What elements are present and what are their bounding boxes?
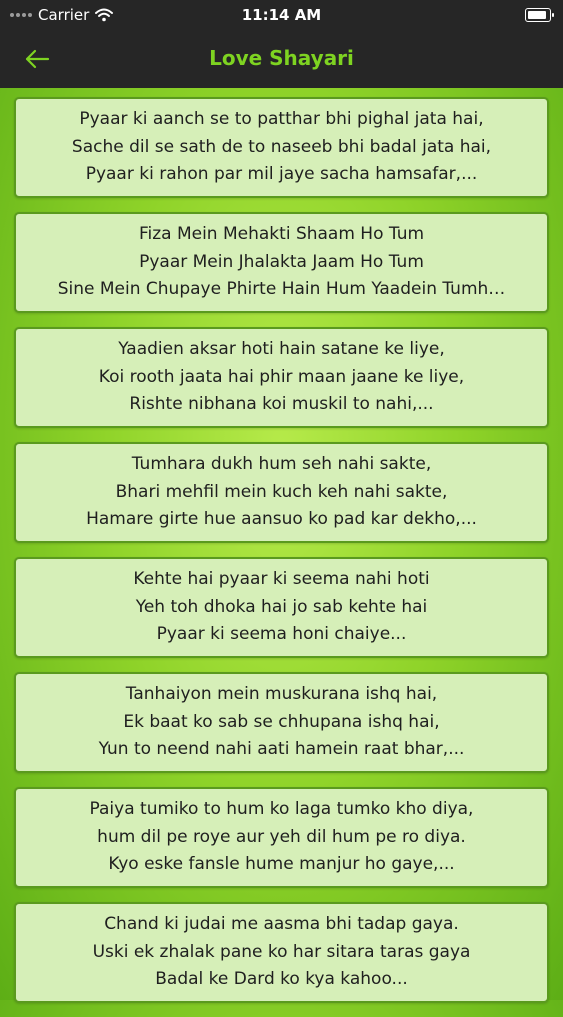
- shayari-line: Yaadien aksar hoti hain satane ke liye,: [118, 339, 445, 360]
- shayari-card[interactable]: Fiza Mein Mehakti Shaam Ho Tum Pyaar Mei…: [14, 212, 549, 313]
- shayari-line: Sache dil se sath de to naseeb bhi badal…: [71, 136, 492, 157]
- shayari-line: Uski ek zhalak pane ko har sitara taras …: [92, 941, 471, 962]
- shayari-card[interactable]: Pyaar ki aanch se to patthar bhi pighal …: [14, 97, 549, 198]
- shayari-line: Yeh toh dhoka hai jo sab kehte hai: [135, 596, 428, 617]
- page-title: Love Shayari: [209, 46, 354, 70]
- shayari-line: Tumhara dukh hum seh nahi sakte,: [131, 454, 432, 475]
- shayari-card[interactable]: Yaadien aksar hoti hain satane ke liye, …: [14, 327, 549, 428]
- status-time: 11:14 AM: [241, 6, 322, 24]
- shayari-line: Badal ke Dard ko kya kahoo...: [155, 969, 408, 990]
- shayari-card[interactable]: Kehte hai pyaar ki seema nahi hoti Yeh t…: [14, 557, 549, 658]
- shayari-line: Pyaar ki aanch se to patthar bhi pighal …: [79, 109, 484, 130]
- shayari-line: Tanhaiyon mein muskurana ishq hai,: [125, 684, 438, 705]
- shayari-line: Chand ki judai me aasma bhi tadap gaya.: [104, 914, 459, 935]
- shayari-line: Yun to neend nahi aati hamein raat bhar,…: [98, 739, 465, 760]
- shayari-line: Hamare girte hue aansuo ko pad kar dekho…: [86, 509, 477, 530]
- shayari-line: Paiya tumiko to hum ko laga tumko kho di…: [89, 799, 474, 820]
- shayari-line: Pyaar ki rahon par mil jaye sacha hamsaf…: [85, 164, 478, 185]
- shayari-line: hum dil pe roye aur yeh dil hum pe ro di…: [97, 826, 466, 847]
- shayari-line: Kyo eske fansle hume manjur ho gaye,...: [108, 854, 455, 875]
- shayari-line: Rishte nibhana koi muskil to nahi,...: [129, 394, 434, 415]
- shayari-line: Bhari mehfil mein kuch keh nahi sakte,: [115, 481, 448, 502]
- shayari-card[interactable]: Tanhaiyon mein muskurana ishq hai, Ek ba…: [14, 672, 549, 773]
- shayari-card[interactable]: Paiya tumiko to hum ko laga tumko kho di…: [14, 787, 549, 888]
- shayari-card[interactable]: Tumhara dukh hum seh nahi sakte, Bhari m…: [14, 442, 549, 543]
- status-bar: Carrier 11:14 AM: [0, 0, 563, 30]
- nav-bar: Love Shayari: [0, 30, 563, 88]
- shayari-line: Pyaar Mein Jhalakta Jaam Ho Tum: [139, 251, 424, 272]
- shayari-line: Kehte hai pyaar ki seema nahi hoti: [133, 569, 430, 590]
- shayari-line: Fiza Mein Mehakti Shaam Ho Tum: [138, 224, 425, 245]
- shayari-line: Ek baat ko sab se chhupana ishq hai,: [123, 711, 440, 732]
- shayari-line: Koi rooth jaata hai phir maan jaane ke l…: [98, 366, 465, 387]
- battery-icon: [525, 8, 554, 22]
- shayari-line: Pyaar ki seema honi chaiye...: [156, 624, 407, 645]
- shayari-card[interactable]: Chand ki judai me aasma bhi tadap gaya. …: [14, 902, 549, 1003]
- shayari-list: Pyaar ki aanch se to patthar bhi pighal …: [14, 97, 549, 1017]
- shayari-line: Sine Mein Chupaye Phirte Hain Hum Yaadei…: [57, 279, 506, 300]
